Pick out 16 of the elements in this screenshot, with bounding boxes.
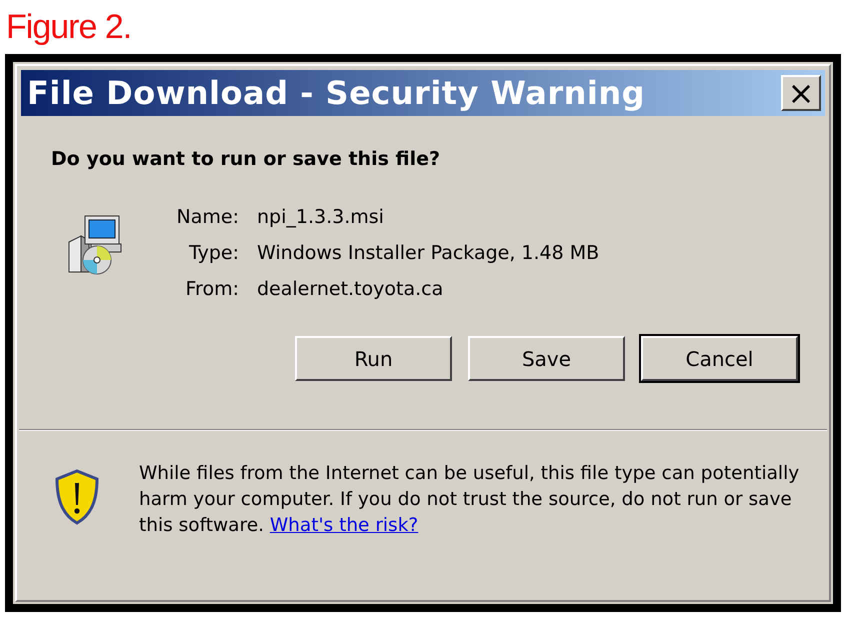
window-title: File Download - Security Warning <box>27 74 646 112</box>
dialog-button[interactable]: Save <box>468 336 625 381</box>
warning-message: While files from the Internet can be useful, this file type can potentially harm your computer. If you do not trust the source, do not run or save this software. What's the risk? <box>139 462 800 538</box>
risk-link[interactable]: What's the risk? <box>270 515 418 536</box>
field-label: Type: <box>188 242 239 264</box>
dialog-button[interactable]: Cancel <box>641 336 798 381</box>
close-button[interactable]: × <box>781 75 821 111</box>
field-label: From: <box>184 278 239 300</box>
warning-shield-icon <box>53 469 101 525</box>
field-label: Name: <box>176 206 239 228</box>
dialog-question: Do you want to run or save this file? <box>51 148 442 170</box>
field-value: npi_1.3.3.msi <box>257 206 385 228</box>
field-value: Windows Installer Package, 1.48 MB <box>257 242 600 264</box>
figure-caption: Figure 2. <box>5 7 132 48</box>
dialog-button[interactable]: Run <box>295 336 452 381</box>
field-value: dealernet.toyota.ca <box>257 278 444 300</box>
